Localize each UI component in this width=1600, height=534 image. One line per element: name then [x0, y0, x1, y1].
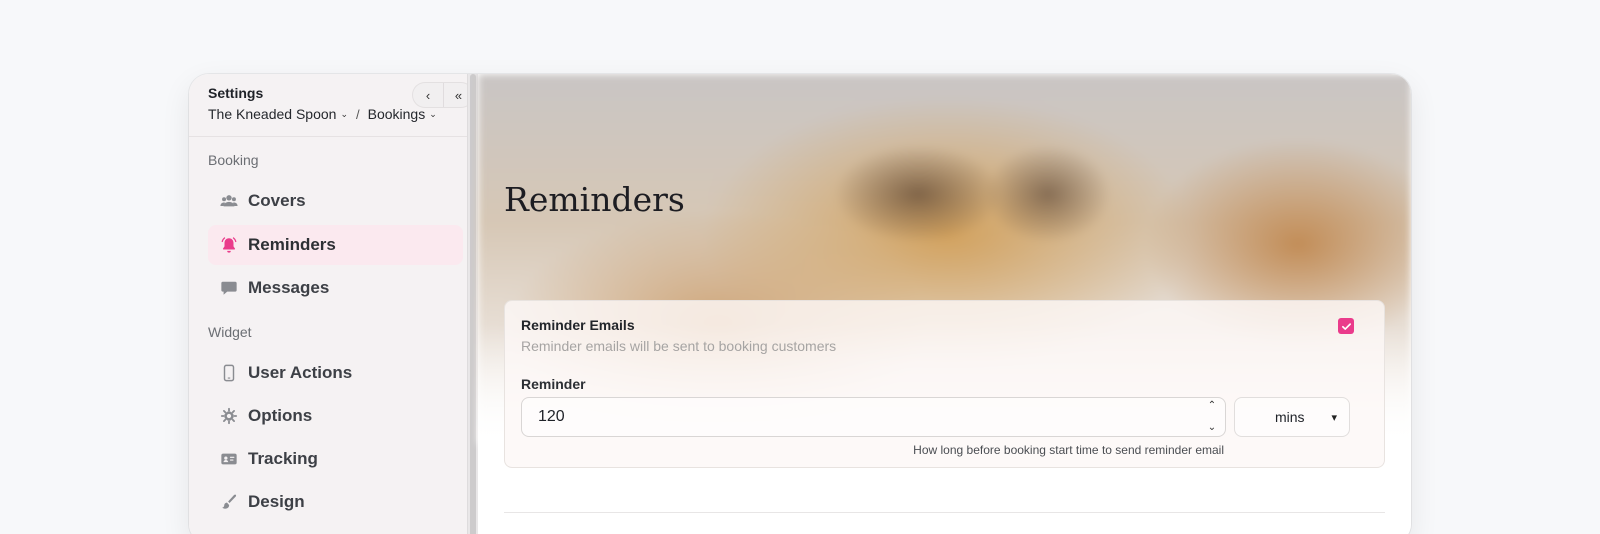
sidebar-section-booking: Booking [208, 152, 259, 168]
reminder-field-label: Reminder [521, 376, 586, 392]
users-icon [220, 192, 238, 210]
chevron-down-icon: ⌄ [340, 108, 348, 119]
reminder-emails-checkbox[interactable] [1338, 318, 1354, 334]
sidebar-item-options[interactable]: Options [208, 396, 463, 436]
check-icon [1341, 322, 1351, 330]
chevron-down-icon: ⌄ [429, 108, 437, 119]
breadcrumb-venue[interactable]: The Kneaded Spoon ⌄ [208, 106, 348, 122]
reminder-input[interactable] [522, 398, 1202, 436]
chevron-left-icon[interactable]: ‹ [413, 83, 443, 107]
unit-select-value: mins [1275, 409, 1305, 425]
breadcrumb-section[interactable]: Bookings ⌄ [368, 106, 437, 122]
sidebar-item-user-actions[interactable]: User Actions [208, 353, 463, 393]
page-title: Reminders [504, 180, 685, 219]
breadcrumb-section-label: Bookings [367, 106, 426, 122]
breadcrumb-separator: / [356, 106, 360, 122]
sidebar-item-label: Options [248, 406, 313, 425]
card-title: Reminder Emails [521, 317, 635, 333]
sidebar-header: Settings The Kneaded Spoon ⌄ / Bookings … [189, 74, 473, 137]
sidebar-item-reminders[interactable]: Reminders [208, 225, 463, 265]
chevron-down-icon[interactable]: ⌄ [1208, 423, 1216, 433]
unit-select[interactable]: mins ▾ [1234, 397, 1350, 437]
settings-window: Settings The Kneaded Spoon ⌄ / Bookings … [189, 74, 1411, 534]
sidebar-item-label: Tracking [248, 449, 318, 468]
sidebar-item-covers[interactable]: Covers [208, 181, 463, 221]
card-subtitle: Reminder emails will be sent to booking … [521, 338, 837, 354]
sidebar-title: Settings [208, 85, 264, 101]
breadcrumb-venue-label: The Kneaded Spoon [208, 106, 337, 122]
sidebar-item-label: Covers [248, 191, 306, 210]
sidebar-item-tracking[interactable]: Tracking [208, 439, 463, 479]
sidebar-item-label: Reminders [248, 235, 336, 254]
divider [504, 512, 1385, 513]
id-card-icon [220, 450, 238, 468]
sidebar-item-label: Messages [248, 278, 330, 297]
message-icon [220, 279, 238, 297]
reminder-emails-card: Reminder Emails Reminder emails will be … [504, 300, 1385, 468]
chevron-up-icon[interactable]: ⌃ [1208, 401, 1216, 411]
main-content: Reminders Reminder Emails Reminder email… [478, 74, 1411, 534]
sidebar: Settings The Kneaded Spoon ⌄ / Bookings … [189, 74, 473, 534]
sidebar-section-widget: Widget [208, 324, 252, 340]
brush-icon [220, 493, 238, 511]
scrollbar-thumb[interactable] [470, 74, 476, 534]
sidebar-item-label: Design [248, 492, 305, 511]
mobile-icon [220, 364, 238, 382]
bell-icon [220, 236, 238, 254]
reminder-hint: How long before booking start time to se… [913, 443, 1224, 457]
gear-icon [220, 407, 238, 425]
number-stepper[interactable]: ⌃ ⌄ [1205, 401, 1219, 433]
chevron-down-icon: ▾ [1331, 411, 1337, 424]
sidebar-scrollbar[interactable] [467, 74, 478, 534]
reminder-number-field[interactable]: ⌃ ⌄ [521, 397, 1226, 437]
breadcrumb: The Kneaded Spoon ⌄ / Bookings ⌄ [208, 106, 437, 122]
sidebar-item-label: User Actions [248, 363, 353, 382]
sidebar-item-design[interactable]: Design [208, 482, 463, 522]
sidebar-item-messages[interactable]: Messages [208, 268, 463, 308]
sidebar-collapse-controls: ‹ « [413, 83, 473, 107]
